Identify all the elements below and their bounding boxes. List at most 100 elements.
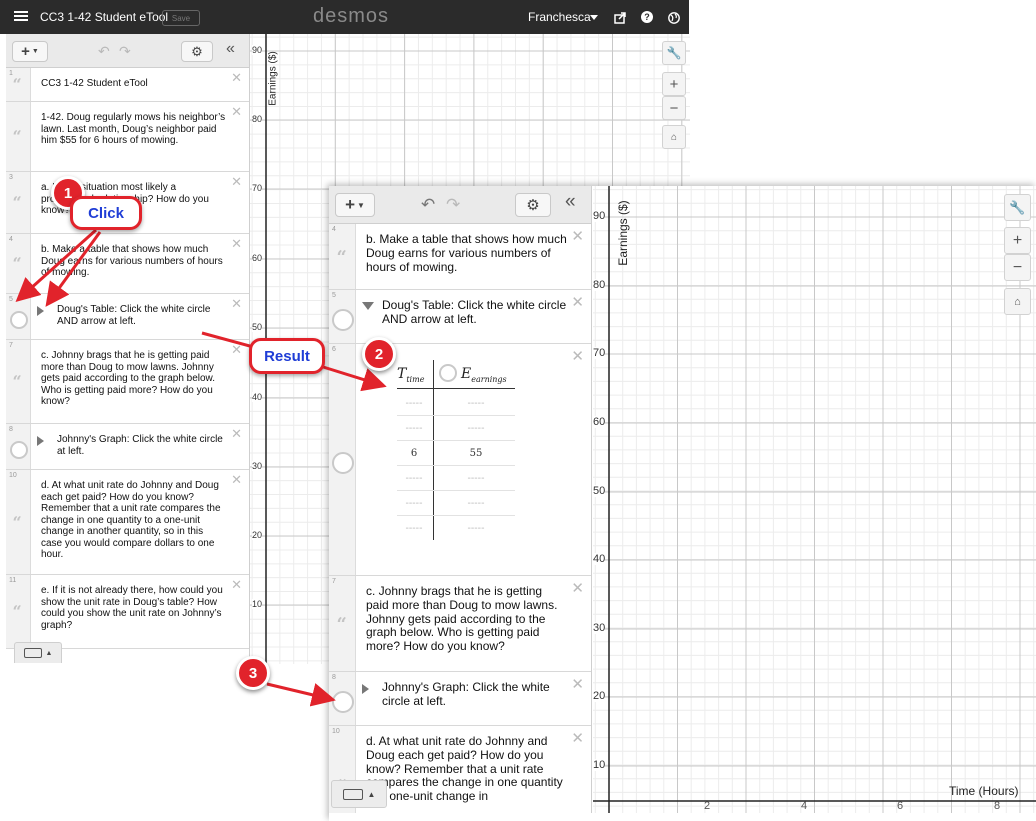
delete-expression-icon[interactable]: ✕ bbox=[571, 675, 584, 693]
delete-expression-icon[interactable]: ✕ bbox=[231, 175, 242, 190]
delete-expression-icon[interactable]: ✕ bbox=[571, 227, 584, 245]
expression-row[interactable]: 8 Johnny's Graph: Click the white circle … bbox=[329, 672, 591, 726]
expression-text[interactable]: 1-42. Doug regularly mows his neighbor’s… bbox=[41, 112, 226, 147]
settings-gear-icon[interactable]: ⚙ bbox=[515, 193, 551, 217]
app-title: CC3 1-42 Student eTool bbox=[40, 10, 169, 24]
expression-row[interactable]: 5 Doug's Table: Click the white circle AN… bbox=[6, 294, 249, 340]
home-icon[interactable]: ⌂ bbox=[1004, 288, 1031, 315]
add-item-button[interactable]: + ▼ bbox=[12, 41, 48, 62]
save-button[interactable]: Save bbox=[162, 10, 200, 26]
redo-icon[interactable]: ↷ bbox=[446, 195, 460, 215]
expression-row[interactable]: 1 “CC3 1-42 Student eTool ✕ bbox=[6, 68, 249, 102]
zoom-in-button[interactable]: + bbox=[662, 72, 686, 96]
front-graph-paper[interactable] bbox=[593, 186, 1036, 813]
delete-expression-icon[interactable]: ✕ bbox=[571, 579, 584, 597]
expression-text[interactable]: Johnny's Graph: Click the white circle a… bbox=[57, 434, 226, 457]
dougs-table[interactable]: Ttime Eearnings ----- ----- ----- ----- 6 55 ---… bbox=[397, 360, 517, 540]
help-icon[interactable]: ? bbox=[641, 11, 653, 23]
expression-row[interactable]: 8 Johnny's Graph: Click the white circle … bbox=[6, 424, 249, 470]
collapse-panel-icon[interactable]: « bbox=[226, 40, 235, 58]
visibility-circle-icon[interactable] bbox=[9, 441, 28, 459]
wrench-icon[interactable]: 🔧 bbox=[662, 41, 686, 65]
table-cell[interactable]: ----- bbox=[397, 398, 431, 409]
undo-icon[interactable]: ↶ bbox=[98, 43, 110, 60]
table-column-divider bbox=[433, 360, 434, 540]
expression-text[interactable]: c. Johnny brags that he is getting paid … bbox=[41, 350, 226, 408]
home-icon[interactable]: ⌂ bbox=[662, 125, 686, 149]
zoom-in-button[interactable]: + bbox=[1004, 227, 1031, 254]
table-row-rule bbox=[397, 490, 515, 491]
visibility-circle-icon[interactable] bbox=[9, 311, 28, 329]
expression-text[interactable]: b. Make a table that shows how much Doug… bbox=[366, 232, 568, 274]
table-cell[interactable]: ----- bbox=[437, 498, 515, 509]
delete-expression-icon[interactable]: ✕ bbox=[231, 578, 242, 593]
settings-gear-icon[interactable]: ⚙ bbox=[181, 41, 213, 62]
keyboard-toggle[interactable]: ▲ bbox=[331, 780, 387, 808]
table-cell[interactable]: ----- bbox=[437, 398, 515, 409]
keyboard-toggle[interactable]: ▲ bbox=[14, 642, 62, 663]
expression-text[interactable]: CC3 1-42 Student eTool bbox=[41, 78, 226, 90]
expression-text[interactable]: Doug's Table: Click the white circle AND… bbox=[382, 298, 568, 327]
delete-expression-icon[interactable]: ✕ bbox=[231, 297, 242, 312]
expression-text[interactable]: e. If it is not already there, how could… bbox=[41, 585, 226, 631]
delete-expression-icon[interactable]: ✕ bbox=[571, 347, 584, 365]
delete-expression-icon[interactable]: ✕ bbox=[231, 473, 242, 488]
x-tick-label: 8 bbox=[994, 800, 1001, 812]
folder-expand-arrow-icon[interactable] bbox=[37, 306, 44, 316]
table-cell[interactable]: ----- bbox=[397, 498, 431, 509]
zoom-out-button[interactable]: − bbox=[1004, 254, 1031, 281]
column-visibility-circle-icon[interactable] bbox=[439, 364, 457, 382]
note-quote-icon: “ bbox=[336, 247, 347, 268]
visibility-circle-icon[interactable] bbox=[331, 309, 354, 331]
redo-icon[interactable]: ↷ bbox=[119, 43, 131, 60]
expression-text[interactable]: c. Johnny brags that he is getting paid … bbox=[366, 584, 568, 654]
share-icon[interactable] bbox=[614, 11, 626, 24]
expression-text[interactable]: d. At what unit rate do Johnny and Doug … bbox=[366, 734, 568, 804]
expression-text[interactable]: Johnny's Graph: Click the white circle a… bbox=[382, 680, 568, 709]
table-cell[interactable]: 6 bbox=[397, 448, 431, 459]
expression-number: 11 bbox=[9, 577, 17, 584]
expression-text[interactable]: Doug's Table: Click the white circle AND… bbox=[57, 304, 226, 327]
table-cell[interactable]: ----- bbox=[437, 523, 515, 534]
delete-expression-icon[interactable]: ✕ bbox=[231, 343, 242, 358]
table-header-time[interactable]: Ttime bbox=[397, 366, 424, 384]
expression-row[interactable]: 11 “ e. If it is not already there, how co… bbox=[6, 575, 249, 649]
table-cell[interactable]: ----- bbox=[397, 473, 431, 484]
wrench-icon[interactable]: 🔧 bbox=[1004, 194, 1031, 221]
table-cell[interactable]: 55 bbox=[437, 448, 515, 459]
expression-row[interactable]: 7 “ c. Johnny brags that he is getting pai… bbox=[329, 576, 591, 672]
delete-expression-icon[interactable]: ✕ bbox=[231, 71, 242, 86]
zoom-out-button[interactable]: − bbox=[662, 96, 686, 120]
visibility-circle-icon[interactable] bbox=[331, 691, 354, 713]
folder-expand-arrow-icon[interactable] bbox=[362, 684, 369, 694]
add-item-button[interactable]: + ▼ bbox=[335, 193, 375, 217]
delete-expression-icon[interactable]: ✕ bbox=[231, 105, 242, 120]
expression-row[interactable]: 6 Ttime Eearnings ----- ----- ----- ----- 6 55 --… bbox=[329, 344, 591, 576]
collapse-panel-icon[interactable]: « bbox=[565, 191, 576, 213]
delete-expression-icon[interactable]: ✕ bbox=[231, 427, 242, 442]
folder-expand-arrow-icon[interactable] bbox=[37, 436, 44, 446]
delete-expression-icon[interactable]: ✕ bbox=[231, 237, 242, 252]
chevron-down-icon[interactable] bbox=[590, 15, 598, 20]
folder-collapse-arrow-icon[interactable] bbox=[362, 302, 374, 310]
expression-row[interactable]: 7 “ c. Johnny brags that he is getting pai… bbox=[6, 340, 249, 424]
user-menu[interactable]: Franchesca bbox=[528, 10, 591, 24]
table-cell[interactable]: ----- bbox=[437, 423, 515, 434]
visibility-circle-icon[interactable] bbox=[331, 452, 354, 474]
expression-row[interactable]: 4 “ b. Make a table that shows how much Do… bbox=[6, 234, 249, 294]
table-cell[interactable]: ----- bbox=[397, 423, 431, 434]
table-cell[interactable]: ----- bbox=[437, 473, 515, 484]
expression-row[interactable]: 4 “ b. Make a table that shows how much Do… bbox=[329, 224, 591, 290]
globe-icon[interactable] bbox=[668, 11, 680, 24]
expression-text[interactable]: d. At what unit rate do Johnny and Doug … bbox=[41, 480, 226, 561]
undo-icon[interactable]: ↶ bbox=[421, 195, 435, 215]
expression-row[interactable]: 5 Doug's Table: Click the white circle AN… bbox=[329, 290, 591, 344]
menu-icon[interactable] bbox=[14, 9, 28, 23]
table-cell[interactable]: ----- bbox=[397, 523, 431, 534]
delete-expression-icon[interactable]: ✕ bbox=[571, 293, 584, 311]
delete-expression-icon[interactable]: ✕ bbox=[571, 729, 584, 747]
expression-text[interactable]: b. Make a table that shows how much Doug… bbox=[41, 244, 226, 279]
expression-row[interactable]: 10 “ d. At what unit rate do Johnny and Do… bbox=[6, 470, 249, 575]
expression-row[interactable]: “ 1-42. Doug regularly mows his neighbor’… bbox=[6, 102, 249, 172]
table-header-earnings[interactable]: Eearnings bbox=[461, 366, 507, 384]
